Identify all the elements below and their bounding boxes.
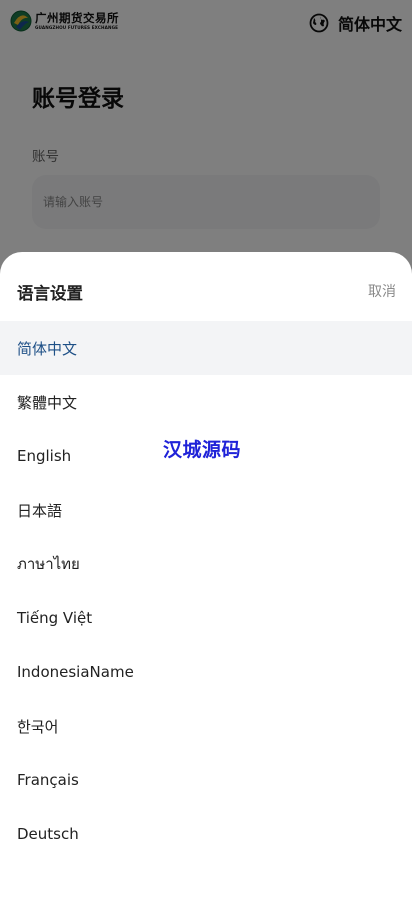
language-option-fr[interactable]: Français [0, 753, 412, 807]
sheet-title: 语言设置 [17, 284, 83, 303]
cancel-button[interactable]: 取消 [368, 281, 396, 301]
language-option-ko[interactable]: 한국어 [0, 699, 412, 753]
language-option-id[interactable]: IndonesiaName [0, 645, 412, 699]
language-option-vi[interactable]: Tiếng Việt [0, 591, 412, 645]
sheet-header: 语言设置 取消 [0, 252, 412, 321]
watermark-text: 汉城源码 [163, 439, 242, 461]
language-option-ja[interactable]: 日本語 [0, 483, 412, 537]
language-option-th[interactable]: ภาษาไทย [0, 537, 412, 591]
language-option-de[interactable]: Deutsch [0, 807, 412, 861]
language-settings-sheet: 语言设置 取消 简体中文 繁體中文 English 日本語 ภาษาไทย Ti… [0, 252, 412, 915]
language-option-zh-hant[interactable]: 繁體中文 [0, 375, 412, 429]
language-option-zh-hans[interactable]: 简体中文 [0, 321, 412, 375]
language-list: 简体中文 繁體中文 English 日本語 ภาษาไทย Tiếng Việt… [0, 321, 412, 861]
